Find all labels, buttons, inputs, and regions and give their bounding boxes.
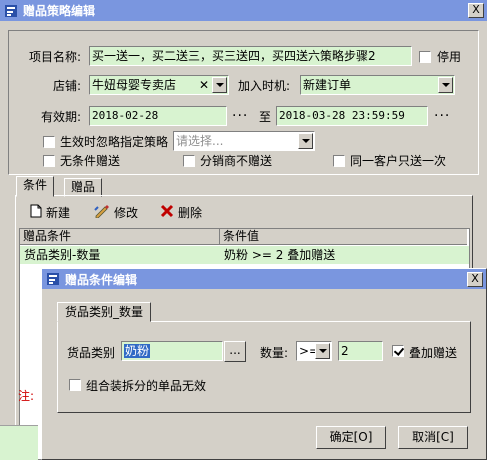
- join-time-select[interactable]: 新建订单: [300, 75, 455, 95]
- chevron-down-icon[interactable]: [212, 77, 227, 93]
- column-header-value[interactable]: 条件值: [220, 229, 467, 245]
- main-close-button[interactable]: X: [468, 3, 484, 18]
- new-button-label: 新建: [46, 206, 71, 220]
- join-time-label: 加入时机:: [238, 79, 291, 93]
- store-value: 牛妞母婴专卖店: [92, 78, 177, 92]
- store-select[interactable]: 牛妞母婴专卖店 ✕: [89, 75, 229, 95]
- delete-button-label: 删除: [178, 206, 203, 220]
- table-cell-value[interactable]: 奶粉 >= 2 叠加赠送: [220, 246, 469, 264]
- main-titlebar[interactable]: 赠品策略编辑 X: [0, 0, 487, 21]
- tab-conditions[interactable]: 条件: [16, 176, 55, 197]
- distributor-checkbox[interactable]: [183, 155, 195, 167]
- gift-strategy-window: 赠品策略编辑 X 项目名称: 买一送一，买二送三，买三送四，买四送六策略步骤2 …: [0, 0, 487, 460]
- main-title: 赠品策略编辑: [23, 4, 96, 18]
- ignore-strategy-placeholder: 请选择...: [176, 134, 224, 148]
- store-label: 店铺:: [53, 79, 82, 93]
- category-value: 奶粉: [124, 344, 151, 358]
- delete-x-icon: [160, 204, 174, 221]
- project-name-label: 项目名称:: [29, 50, 82, 64]
- combo-invalid-checkbox[interactable]: [69, 379, 81, 391]
- column-header-condition[interactable]: 赠品条件: [20, 229, 220, 245]
- ignore-strategy-select[interactable]: 请选择...: [173, 131, 315, 151]
- chevron-down-icon[interactable]: [438, 77, 453, 93]
- edit-pencil-icon: [94, 204, 110, 221]
- category-picker-button[interactable]: ...: [224, 341, 246, 362]
- new-document-icon: [30, 204, 42, 221]
- app-icon: [3, 3, 19, 19]
- dialog-title: 赠品条件编辑: [65, 272, 138, 287]
- stack-gift-label: 叠加赠送: [409, 346, 458, 360]
- combo-invalid-label: 组合装拆分的单品无效: [86, 379, 207, 393]
- ok-button[interactable]: 确定[O]: [316, 426, 386, 449]
- same-customer-checkbox[interactable]: [333, 155, 345, 167]
- category-input[interactable]: 奶粉: [121, 341, 223, 361]
- validity-from-input[interactable]: 2018-02-28: [89, 106, 227, 126]
- same-customer-label: 同一客户只送一次: [350, 154, 447, 168]
- gift-condition-dialog: 赠品条件编辑 X 货品类别_数量 货品类别 奶粉 ... 数量: >= 2 叠加…: [41, 268, 487, 460]
- table-cell-condition[interactable]: 货品类别-数量: [20, 246, 220, 264]
- dialog-tab-body: [57, 321, 471, 413]
- edit-button[interactable]: 修改: [94, 204, 138, 221]
- operator-select[interactable]: >=: [296, 341, 332, 361]
- no-condition-checkbox[interactable]: [43, 155, 55, 167]
- tab-category-quantity[interactable]: 货品类别_数量: [57, 302, 152, 322]
- app-icon: [45, 271, 61, 287]
- cancel-button[interactable]: 取消[C]: [398, 426, 468, 449]
- quantity-input[interactable]: 2: [338, 341, 383, 361]
- join-time-value: 新建订单: [303, 78, 352, 92]
- quantity-label: 数量:: [260, 346, 289, 360]
- new-button[interactable]: 新建: [30, 204, 70, 221]
- project-name-input[interactable]: 买一送一，买二送三，买三送四，买四送六策略步骤2: [89, 46, 412, 66]
- disable-label: 停用: [437, 50, 462, 64]
- ignore-strategy-checkbox[interactable]: [43, 136, 55, 148]
- validity-to-picker-button[interactable]: ...: [434, 104, 450, 120]
- validity-label: 有效期:: [41, 110, 82, 124]
- chevron-down-icon[interactable]: [315, 343, 330, 359]
- disable-checkbox[interactable]: [419, 51, 431, 63]
- dialog-titlebar[interactable]: 赠品条件编辑 X: [42, 269, 486, 289]
- note-label: 注:: [18, 389, 35, 403]
- no-condition-label: 无条件赠送: [60, 154, 121, 168]
- validity-to-input[interactable]: 2018-03-28 23:59:59: [276, 106, 428, 126]
- distributor-label: 分销商不赠送: [200, 154, 273, 168]
- chevron-down-icon[interactable]: [298, 133, 313, 149]
- background-grid-fragment: [0, 425, 38, 460]
- delete-button[interactable]: 删除: [160, 204, 202, 221]
- category-label: 货品类别: [67, 346, 116, 360]
- edit-button-label: 修改: [114, 206, 139, 220]
- stack-gift-checkbox[interactable]: [392, 345, 404, 357]
- validity-from-picker-button[interactable]: ...: [232, 104, 248, 120]
- dialog-close-button[interactable]: X: [467, 272, 483, 287]
- ignore-strategy-label: 生效时忽略指定策略: [60, 135, 169, 149]
- validity-to-label: 至: [259, 110, 272, 124]
- clear-icon[interactable]: ✕: [198, 77, 210, 93]
